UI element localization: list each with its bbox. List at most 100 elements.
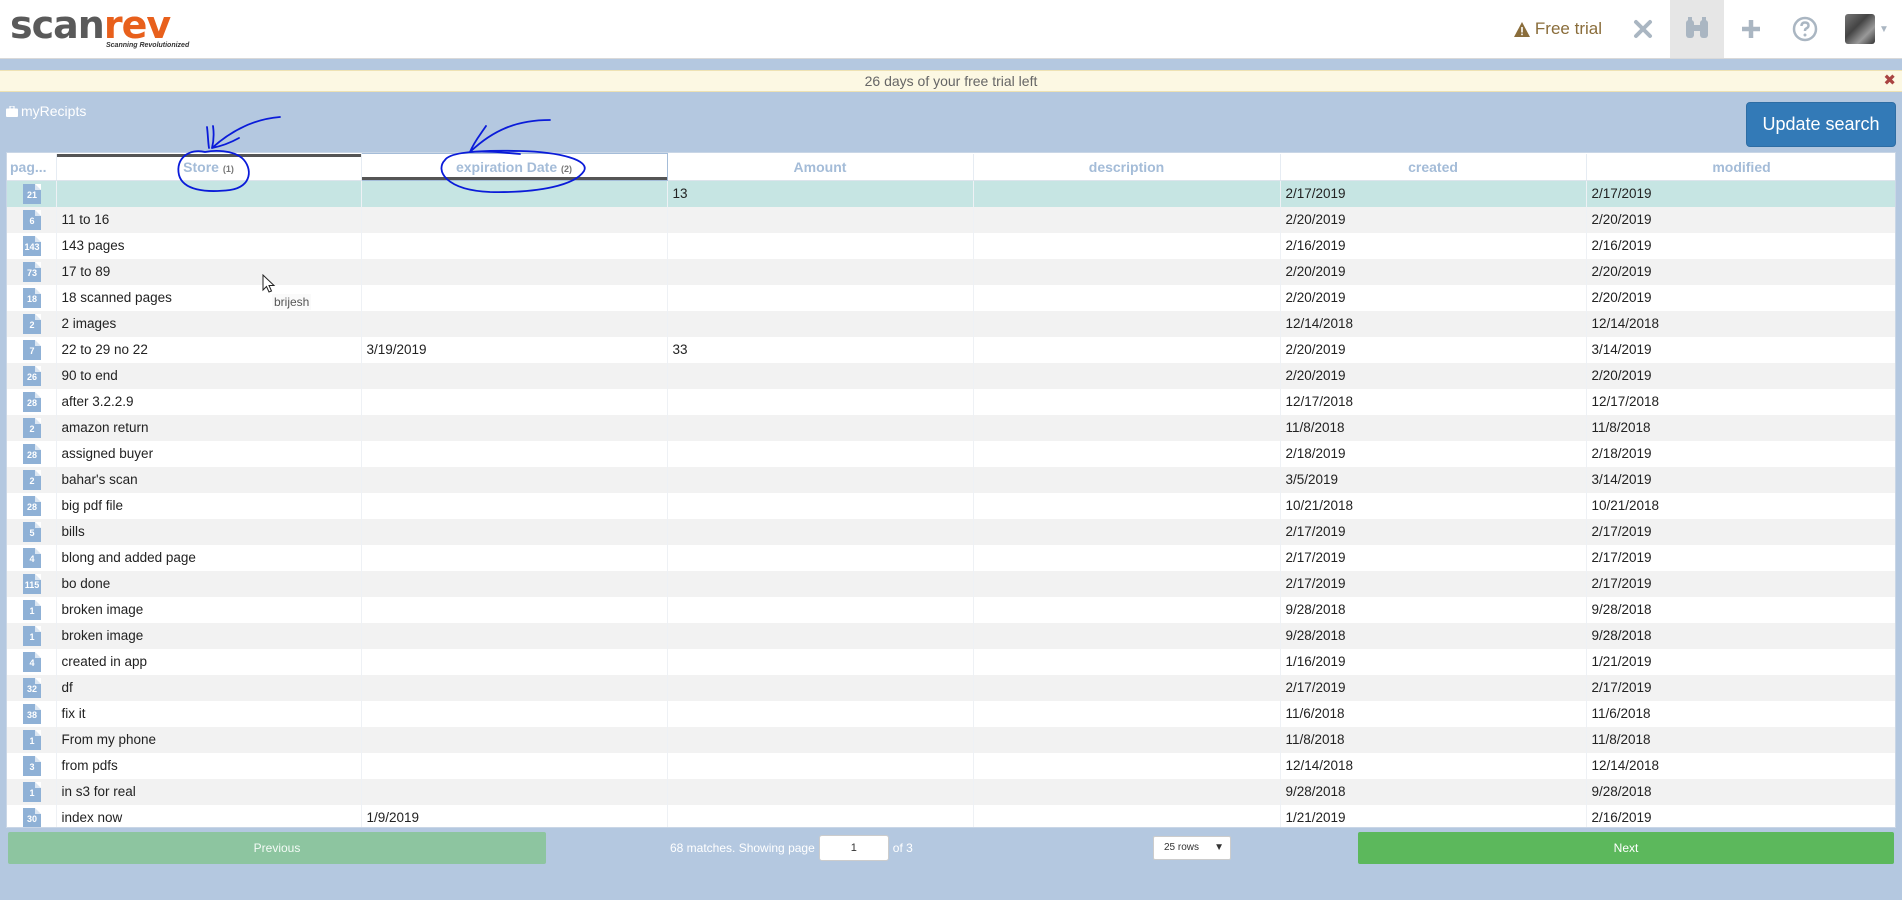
add-button[interactable] xyxy=(1724,0,1778,58)
breadcrumb[interactable]: myRecipts xyxy=(6,103,86,119)
document-icon: 38 xyxy=(23,703,41,724)
column-header-expiration-date[interactable]: expiration Date (2) xyxy=(360,153,668,181)
sort-order-badge: (2) xyxy=(561,164,573,174)
top-navbar: scanrev Scanning Revolutionized Free tri… xyxy=(0,0,1902,59)
table-row[interactable]: 26 90 to end 2/20/2019 2/20/2019 xyxy=(7,362,1895,389)
table-row[interactable]: 2 bahar's scan 3/5/2019 3/14/2019 xyxy=(7,466,1895,493)
cell-amount xyxy=(667,544,974,571)
table-row[interactable]: 28 after 3.2.2.9 12/17/2018 12/17/2018 xyxy=(7,388,1895,415)
cell-created: 2/17/2019 xyxy=(1280,544,1587,571)
cell-pages: 6 xyxy=(7,206,57,233)
column-header-created[interactable]: created xyxy=(1280,153,1587,181)
cell-amount xyxy=(667,778,974,805)
table-row[interactable]: 7 22 to 29 no 22 3/19/2019 33 2/20/2019 3/14/… xyxy=(7,336,1895,363)
sort-order-badge: (1) xyxy=(222,163,234,174)
table-row[interactable]: 3 from pdfs 12/14/2018 12/14/2018 xyxy=(7,752,1895,779)
document-icon: 4 xyxy=(23,547,41,568)
cell-modified: 9/28/2018 xyxy=(1586,778,1895,805)
document-icon: 2 xyxy=(23,469,41,490)
column-header-amount[interactable]: Amount xyxy=(667,153,974,181)
previous-button[interactable]: Previous xyxy=(8,832,546,864)
banner-close-icon[interactable]: ✖ xyxy=(1883,71,1896,91)
logo-text-accent: rev xyxy=(103,3,171,47)
column-header-store[interactable]: Store (1) xyxy=(56,153,362,181)
next-button[interactable]: Next xyxy=(1358,832,1894,864)
rows-per-page-select[interactable]: 25 rows ▼ xyxy=(1153,836,1231,860)
cell-amount xyxy=(667,518,974,545)
avatar xyxy=(1845,14,1876,44)
table-body: 21 13 2/17/2019 2/17/2019 6 11 to 16 2/20/2019… xyxy=(7,180,1895,827)
cell-store: 90 to end xyxy=(56,362,362,389)
table-row[interactable]: 6 11 to 16 2/20/2019 2/20/2019 xyxy=(7,206,1895,233)
cell-amount xyxy=(667,700,974,727)
search-button[interactable] xyxy=(1670,0,1724,58)
cell-store: assigned buyer xyxy=(56,440,362,467)
cell-store: index now xyxy=(56,804,362,827)
table-row[interactable]: 30 index now 1/9/2019 1/21/2019 2/16/2019 xyxy=(7,804,1895,827)
close-icon xyxy=(1634,20,1652,38)
cell-modified: 2/17/2019 xyxy=(1586,570,1895,597)
cell-created: 2/18/2019 xyxy=(1280,440,1587,467)
table-row[interactable]: 28 assigned buyer 2/18/2019 2/18/2019 xyxy=(7,440,1895,467)
page-count-text: of 3 xyxy=(892,841,913,855)
column-header-pages[interactable]: pag... xyxy=(7,153,57,181)
table-row[interactable]: 115 bo done 2/17/2019 2/17/2019 xyxy=(7,570,1895,597)
cell-created: 2/17/2019 xyxy=(1280,570,1587,597)
table-row[interactable]: 32 df 2/17/2019 2/17/2019 xyxy=(7,674,1895,701)
table-row[interactable]: 73 17 to 89 2/20/2019 2/20/2019 xyxy=(7,258,1895,285)
cell-modified: 2/20/2019 xyxy=(1586,284,1895,311)
document-icon: 28 xyxy=(23,391,41,412)
cell-store: in s3 for real xyxy=(56,778,362,805)
cell-amount xyxy=(667,284,974,311)
cell-store: broken image xyxy=(56,596,362,623)
cell-created: 11/6/2018 xyxy=(1280,700,1587,727)
table-row[interactable]: 21 13 2/17/2019 2/17/2019 xyxy=(7,180,1895,207)
table-row[interactable]: 1 in s3 for real 9/28/2018 9/28/2018 xyxy=(7,778,1895,805)
cell-modified: 2/20/2019 xyxy=(1586,206,1895,233)
document-icon: 28 xyxy=(23,443,41,464)
cell-pages: 26 xyxy=(7,362,57,389)
cell-expiration-date xyxy=(361,232,668,259)
table-row[interactable]: 4 created in app 1/16/2019 1/21/2019 xyxy=(7,648,1895,675)
cell-modified: 9/28/2018 xyxy=(1586,596,1895,623)
breadcrumb-label: myRecipts xyxy=(21,103,87,119)
cell-pages: 2 xyxy=(7,414,57,441)
table-row[interactable]: 1 broken image 9/28/2018 9/28/2018 xyxy=(7,596,1895,623)
user-menu[interactable]: ▼ xyxy=(1832,0,1902,58)
cell-created: 10/21/2018 xyxy=(1280,492,1587,519)
table-row[interactable]: 2 amazon return 11/8/2018 11/8/2018 xyxy=(7,414,1895,441)
help-button[interactable] xyxy=(1778,0,1832,58)
cell-expiration-date xyxy=(361,258,668,285)
annotation-arrow-store xyxy=(211,116,281,149)
column-header-description[interactable]: description xyxy=(973,153,1281,181)
cell-description xyxy=(973,518,1281,545)
cell-expiration-date xyxy=(361,622,668,649)
cell-modified: 11/6/2018 xyxy=(1586,700,1895,727)
column-header-modified[interactable]: modified xyxy=(1586,153,1895,181)
plus-icon xyxy=(1742,20,1760,38)
cell-amount: 33 xyxy=(667,336,974,363)
page-number-input[interactable] xyxy=(818,835,889,861)
table-row[interactable]: 1 broken image 9/28/2018 9/28/2018 xyxy=(7,622,1895,649)
close-button[interactable] xyxy=(1616,0,1670,58)
column-label: expiration Date xyxy=(455,159,558,175)
results-table: pag... Store (1) expiration Date (2) Amo… xyxy=(6,152,1896,828)
table-row[interactable]: 143 143 pages 2/16/2019 2/16/2019 xyxy=(7,232,1895,259)
cell-expiration-date xyxy=(361,726,668,753)
table-row[interactable]: 38 fix it 11/6/2018 11/6/2018 xyxy=(7,700,1895,727)
cell-description xyxy=(973,726,1281,753)
table-row[interactable]: 4 blong and added page 2/17/2019 2/17/2019 xyxy=(7,544,1895,571)
page-info: 68 matches. Showing page of 3 xyxy=(670,835,913,861)
update-search-button[interactable]: Update search xyxy=(1746,102,1896,147)
table-row[interactable]: 2 2 images 12/14/2018 12/14/2018 xyxy=(7,310,1895,337)
cell-pages: 28 xyxy=(7,388,57,415)
scanrev-logo[interactable]: scanrev Scanning Revolutionized xyxy=(10,6,190,52)
free-trial-link[interactable]: Free trial xyxy=(1500,0,1616,58)
table-row[interactable]: 5 bills 2/17/2019 2/17/2019 xyxy=(7,518,1895,545)
cell-expiration-date xyxy=(361,492,668,519)
document-icon: 143 xyxy=(23,235,41,256)
cell-created: 12/17/2018 xyxy=(1280,388,1587,415)
table-header-row: pag... Store (1) expiration Date (2) Amo… xyxy=(7,153,1895,181)
table-row[interactable]: 1 From my phone 11/8/2018 11/8/2018 xyxy=(7,726,1895,753)
table-row[interactable]: 28 big pdf file 10/21/2018 10/21/2018 xyxy=(7,492,1895,519)
